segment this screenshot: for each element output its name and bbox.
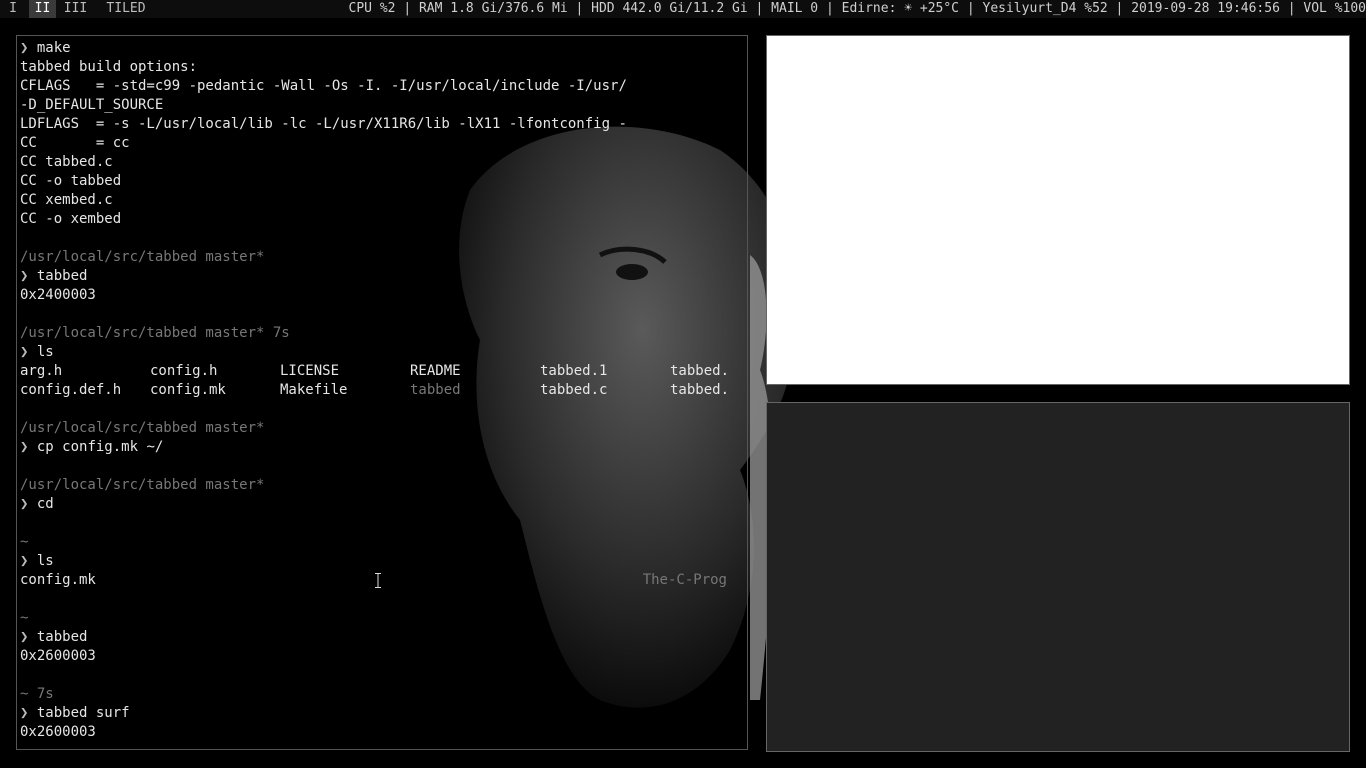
- output-text: CC tabbed.c: [20, 154, 113, 170]
- file-name: LICENSE: [280, 363, 340, 379]
- output-text: CC -o tabbed: [20, 173, 122, 189]
- terminal-command-line: ❯ make: [20, 39, 737, 58]
- faded-label: The-C-Prog: [642, 572, 727, 588]
- file-name: README: [410, 363, 461, 379]
- file-name: tabbed.c: [540, 382, 608, 398]
- terminal-command-line: ❯ ls: [20, 552, 737, 571]
- terminal-output-line: CC xembed.c: [20, 191, 737, 210]
- output-text: -D_DEFAULT_SOURCE: [20, 97, 164, 113]
- terminal-command-line: ❯ tabbed surf: [20, 704, 737, 723]
- workspace-tag[interactable]: III: [57, 0, 94, 18]
- terminal-output-line: LDFLAGS = -s -L/usr/local/lib -lc -L/usr…: [20, 115, 737, 134]
- prompt-path: ~ 7s: [20, 686, 54, 702]
- output-text: LDFLAGS = -s -L/usr/local/lib -lc -L/usr…: [20, 116, 627, 132]
- prompt-path: /usr/local/src/tabbed master*: [20, 249, 265, 265]
- prompt-path: ~: [20, 534, 29, 550]
- output-text: CC -o xembed: [20, 211, 122, 227]
- system-status-text: CPU %2 | RAM 1.8 Gi/376.6 Mi | HDD 442.0…: [348, 1, 1366, 16]
- terminal-command-line: ❯ cd: [20, 495, 737, 514]
- terminal-output-line: CFLAGS = -std=c99 -pedantic -Wall -Os -I…: [20, 77, 737, 96]
- command-text: tabbed surf: [28, 705, 130, 721]
- output-text: CC xembed.c: [20, 192, 113, 208]
- output-text: 0x2600003: [20, 648, 96, 664]
- terminal-output-line: CC -o tabbed: [20, 172, 737, 191]
- file-name: tabbed.1: [540, 363, 608, 379]
- file-name: config.h: [150, 363, 218, 379]
- command-text: cp config.mk ~/: [28, 439, 164, 455]
- file-name: tabbed: [410, 382, 461, 398]
- file-name: config.mk: [150, 382, 226, 398]
- workspace-tag[interactable]: TILED: [98, 0, 154, 18]
- command-text: cd: [28, 496, 54, 512]
- file-name: Makefile: [280, 382, 348, 398]
- file-name: config.def.h: [20, 382, 122, 398]
- terminal-output-line: 0x2600003: [20, 647, 737, 666]
- output-text: CC = cc: [20, 135, 130, 151]
- workspace-tag[interactable]: I: [0, 0, 26, 18]
- command-text: tabbed: [28, 629, 88, 645]
- prompt-path: ~: [20, 610, 29, 626]
- terminal-output-line: -D_DEFAULT_SOURCE: [20, 96, 737, 115]
- terminal-command-line: ❯ tabbed: [20, 267, 737, 286]
- terminal-output[interactable]: ❯ make tabbed build options: CFLAGS = -std…: [20, 39, 737, 742]
- text-cursor-ibeam-icon: [375, 573, 381, 588]
- ls-listing-row: arg.h config.h LICENSE README tabbed.1 tabbed…: [20, 362, 737, 381]
- command-text: tabbed: [28, 268, 88, 284]
- empty-tabbed-pane[interactable]: [766, 402, 1350, 752]
- terminal-window[interactable]: ❯ make tabbed build options: CFLAGS = -std…: [16, 35, 748, 750]
- terminal-output-line: CC -o xembed: [20, 210, 737, 229]
- terminal-output-line: CC = cc: [20, 134, 737, 153]
- output-text: tabbed build options:: [20, 59, 198, 75]
- file-name: tabbed.: [670, 382, 730, 398]
- terminal-command-line: ❯ cp config.mk ~/: [20, 438, 737, 457]
- file-name: tabbed.: [670, 363, 730, 379]
- browser-pane[interactable]: [766, 35, 1350, 385]
- prompt-path: /usr/local/src/tabbed master*: [20, 477, 265, 493]
- command-text: make: [28, 40, 71, 56]
- prompt-path: /usr/local/src/tabbed master*: [20, 420, 265, 436]
- terminal-output-line: 0x2600003: [20, 723, 737, 742]
- status-bar: I II III TILED CPU %2 | RAM 1.8 Gi/376.6 Mi…: [0, 0, 1366, 18]
- terminal-command-line: ❯ ls: [20, 343, 737, 362]
- workspace-tag[interactable]: II: [29, 0, 56, 18]
- prompt-path: /usr/local/src/tabbed master* 7s: [20, 325, 290, 341]
- command-text: ls: [28, 344, 54, 360]
- output-text: CFLAGS = -std=c99 -pedantic -Wall -Os -I…: [20, 78, 627, 94]
- terminal-output-line: CC tabbed.c: [20, 153, 737, 172]
- terminal-output-line: 0x2400003: [20, 286, 737, 305]
- command-text: ls: [28, 553, 54, 569]
- ls-listing-row: config.def.h config.mk Makefile tabbed tabbe…: [20, 381, 737, 400]
- terminal-output-line: tabbed build options:: [20, 58, 737, 77]
- file-name: arg.h: [20, 363, 63, 379]
- output-text: 0x2400003: [20, 287, 96, 303]
- terminal-command-line: ❯ tabbed: [20, 628, 737, 647]
- output-text: config.mk: [20, 572, 96, 588]
- output-text: 0x2600003: [20, 724, 96, 740]
